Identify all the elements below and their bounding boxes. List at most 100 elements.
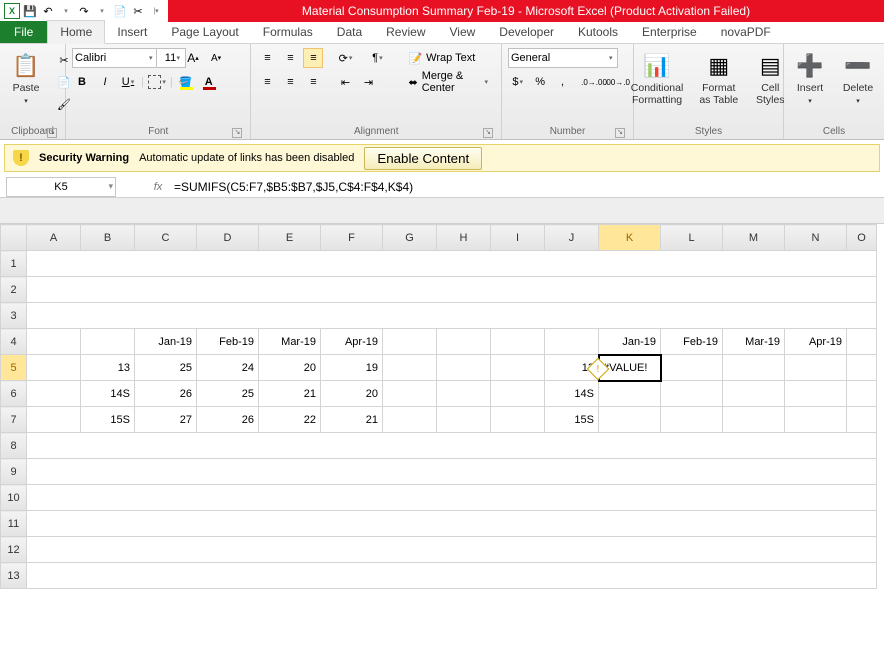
row-header-9[interactable]: 9 — [1, 459, 27, 485]
cell[interactable] — [491, 329, 545, 355]
cell-M4[interactable]: Mar-19 — [723, 329, 785, 355]
cell[interactable] — [383, 407, 437, 433]
cell-J7[interactable]: 15S — [545, 407, 599, 433]
percent-format-button[interactable]: % — [530, 72, 549, 92]
row-header-10[interactable]: 10 — [1, 485, 27, 511]
cell-D6[interactable]: 25 — [197, 381, 259, 407]
align-bottom-icon[interactable]: ≡ — [303, 48, 323, 68]
cell[interactable] — [599, 381, 661, 407]
col-header-O[interactable]: O — [847, 225, 877, 251]
cell[interactable] — [27, 407, 81, 433]
spreadsheet-grid[interactable]: A B C D E F G H I J K L M N O 1 2 3 4 Ja… — [0, 224, 884, 589]
cell[interactable] — [661, 407, 723, 433]
cell[interactable] — [27, 303, 877, 329]
cell[interactable] — [27, 381, 81, 407]
cell-F5[interactable]: 19 — [321, 355, 383, 381]
cell-F6[interactable]: 20 — [321, 381, 383, 407]
tab-kutools[interactable]: Kutools — [566, 21, 630, 43]
comma-format-button[interactable]: , — [553, 72, 572, 92]
row-header-6[interactable]: 6 — [1, 381, 27, 407]
col-header-C[interactable]: C — [135, 225, 197, 251]
font-launcher[interactable]: ↘ — [232, 128, 242, 138]
tab-developer[interactable]: Developer — [487, 21, 566, 43]
col-header-N[interactable]: N — [785, 225, 847, 251]
text-direction-icon[interactable]: ¶ — [367, 48, 387, 68]
tab-view[interactable]: View — [438, 21, 488, 43]
increase-font-icon[interactable]: A▴ — [183, 48, 203, 68]
cell-B7[interactable]: 15S — [81, 407, 135, 433]
align-center-icon[interactable]: ≡ — [280, 72, 300, 92]
redo-dropdown[interactable]: ▾ — [94, 3, 110, 19]
tab-enterprise[interactable]: Enterprise — [630, 21, 709, 43]
cell[interactable] — [785, 407, 847, 433]
enable-content-button[interactable]: Enable Content — [364, 147, 482, 170]
cell-C6[interactable]: 26 — [135, 381, 197, 407]
cell[interactable] — [437, 381, 491, 407]
italic-button[interactable]: I — [95, 72, 115, 92]
align-top-icon[interactable]: ≡ — [257, 48, 277, 68]
qat-customize-icon[interactable]: |▾ — [148, 3, 164, 19]
cell[interactable] — [383, 329, 437, 355]
decrease-decimal-icon[interactable]: .00→.0 — [607, 72, 627, 92]
row-header-12[interactable]: 12 — [1, 537, 27, 563]
col-header-I[interactable]: I — [491, 225, 545, 251]
cell[interactable] — [491, 407, 545, 433]
bold-button[interactable]: B — [72, 72, 92, 92]
col-header-F[interactable]: F — [321, 225, 383, 251]
save-icon[interactable]: 💾 — [22, 3, 38, 19]
cell-C4[interactable]: Jan-19 — [135, 329, 197, 355]
cell[interactable] — [723, 355, 785, 381]
col-header-K[interactable]: K — [599, 225, 661, 251]
align-right-icon[interactable]: ≡ — [303, 72, 323, 92]
cell[interactable] — [847, 381, 877, 407]
cell-E4[interactable]: Mar-19 — [259, 329, 321, 355]
cell[interactable] — [27, 511, 877, 537]
cell[interactable] — [847, 329, 877, 355]
cell[interactable] — [437, 407, 491, 433]
merge-center-button[interactable]: ⬌Merge & Center — [401, 72, 495, 92]
row-header-3[interactable]: 3 — [1, 303, 27, 329]
fx-icon[interactable]: fx — [146, 181, 170, 193]
cell[interactable] — [847, 355, 877, 381]
col-header-B[interactable]: B — [81, 225, 135, 251]
tab-data[interactable]: Data — [325, 21, 374, 43]
underline-button[interactable]: U — [118, 72, 138, 92]
cell[interactable] — [599, 407, 661, 433]
cell[interactable] — [437, 329, 491, 355]
cell[interactable] — [491, 381, 545, 407]
row-header-2[interactable]: 2 — [1, 277, 27, 303]
tab-novapdf[interactable]: novaPDF — [709, 21, 783, 43]
cell-C5[interactable]: 25 — [135, 355, 197, 381]
col-header-D[interactable]: D — [197, 225, 259, 251]
font-name-combo[interactable] — [72, 48, 158, 68]
conditional-formatting-button[interactable]: 📊 Conditional Formatting — [627, 48, 688, 108]
row-header-5[interactable]: 5 — [1, 355, 27, 381]
qat-extra-1-icon[interactable]: 📄 — [112, 3, 128, 19]
cell-N4[interactable]: Apr-19 — [785, 329, 847, 355]
cell-E6[interactable]: 21 — [259, 381, 321, 407]
name-box[interactable]: K5▾ — [6, 177, 116, 197]
name-box-dropdown-icon[interactable]: ▾ — [108, 181, 113, 192]
formula-input[interactable] — [170, 177, 884, 197]
col-header-M[interactable]: M — [723, 225, 785, 251]
cell[interactable] — [27, 355, 81, 381]
delete-cells-button[interactable]: ➖ Delete▾ — [838, 48, 878, 108]
redo-icon[interactable]: ↷ — [76, 3, 92, 19]
row-header-8[interactable]: 8 — [1, 433, 27, 459]
cell[interactable] — [383, 381, 437, 407]
tab-review[interactable]: Review — [374, 21, 437, 43]
accounting-format-button[interactable]: $ — [508, 72, 527, 92]
fill-color-button[interactable]: 🪣 — [176, 72, 196, 92]
tab-home[interactable]: Home — [47, 20, 105, 44]
cell[interactable] — [27, 251, 877, 277]
qat-extra-2-icon[interactable]: ✂ — [130, 3, 146, 19]
undo-icon[interactable]: ↶ — [40, 3, 56, 19]
wrap-text-button[interactable]: 📝Wrap Text — [401, 48, 495, 68]
orientation-icon[interactable]: ⟳ — [335, 48, 355, 68]
decrease-indent-icon[interactable]: ⇤ — [335, 72, 355, 92]
cell-E5[interactable]: 20 — [259, 355, 321, 381]
paste-button[interactable]: 📋 Paste▾ — [6, 48, 46, 108]
number-launcher[interactable]: ↘ — [615, 128, 625, 138]
col-header-E[interactable]: E — [259, 225, 321, 251]
cell[interactable] — [81, 329, 135, 355]
